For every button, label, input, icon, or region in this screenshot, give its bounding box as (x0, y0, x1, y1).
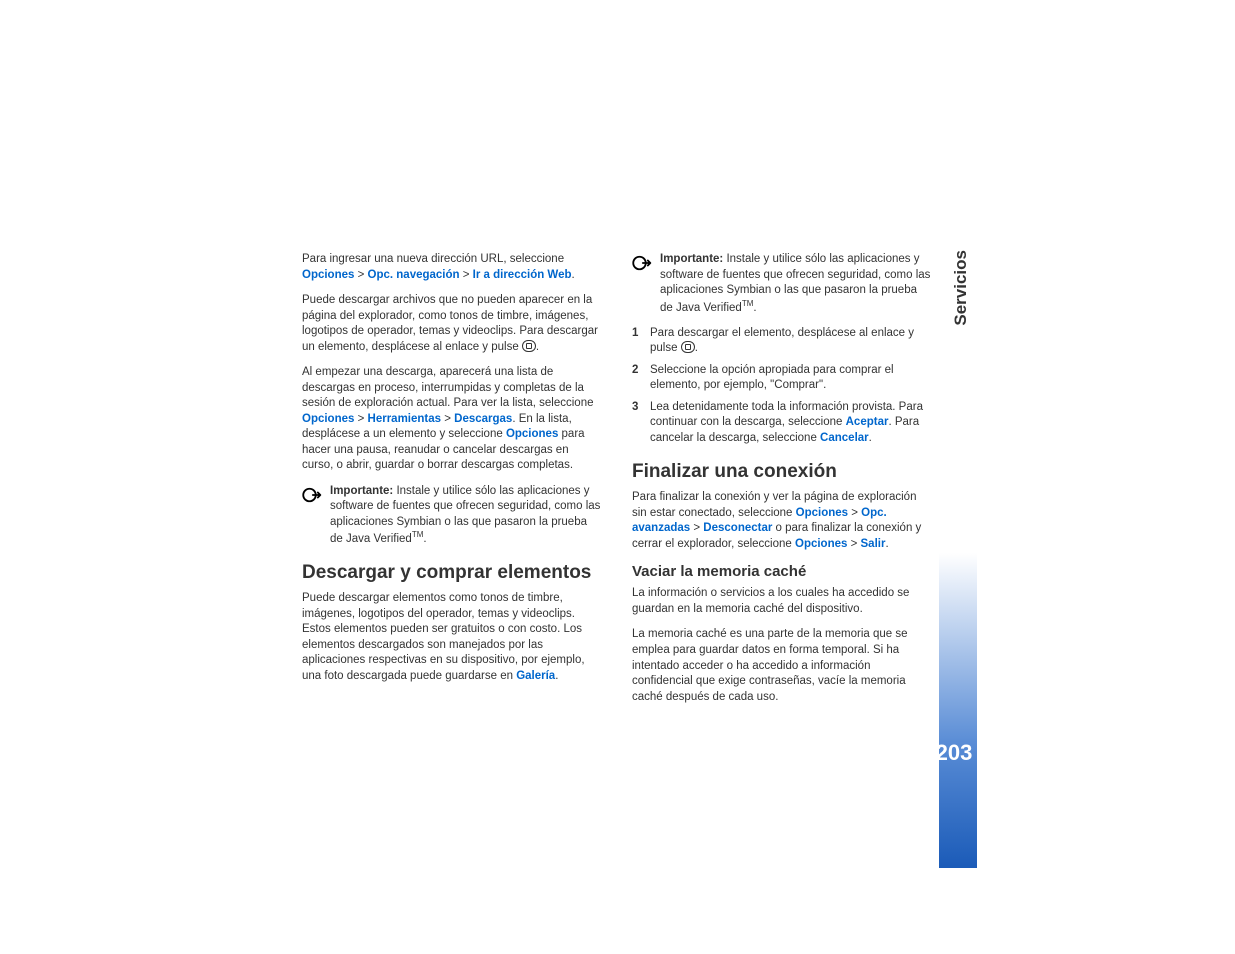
link-galeria: Galería (516, 670, 555, 682)
link-herramientas: Herramientas (368, 413, 442, 425)
paragraph: La memoria caché es una parte de la memo… (632, 627, 932, 705)
scroll-key-icon (522, 340, 536, 352)
numbered-list: Para descargar el elemento, desplácese a… (632, 326, 932, 447)
paragraph: Puede descargar archivos que no pueden a… (302, 293, 602, 355)
list-item: Para descargar el elemento, desplácese a… (632, 326, 932, 357)
important-icon (632, 254, 652, 272)
paragraph: Al empezar una descarga, aparecerá una l… (302, 365, 602, 474)
link-opciones: Opciones (302, 269, 354, 281)
column-left: Para ingresar una nueva dirección URL, s… (302, 252, 602, 715)
link-salir: Salir (861, 538, 886, 550)
link-descargas: Descargas (454, 413, 512, 425)
section-label: Servicios (951, 250, 971, 326)
heading-descargar: Descargar y comprar elementos (302, 560, 602, 586)
page-number: 203 (935, 740, 973, 766)
heading-finalizar: Finalizar una conexión (632, 459, 932, 485)
important-icon (302, 486, 322, 504)
column-right: Importante: Instale y utilice sólo las a… (632, 252, 932, 715)
paragraph: Para finalizar la conexión y ver la pági… (632, 490, 932, 552)
important-note: Importante: Instale y utilice sólo las a… (632, 252, 932, 316)
paragraph: Puede descargar elementos como tonos de … (302, 591, 602, 684)
link-opc-navegacion: Opc. navegación (368, 269, 460, 281)
link-opciones: Opciones (796, 507, 848, 519)
link-aceptar: Aceptar (846, 416, 889, 428)
page-content: Para ingresar una nueva dirección URL, s… (302, 252, 942, 715)
link-ir-direccion: Ir a dirección Web (473, 269, 572, 281)
list-item: Lea detenidamente toda la información pr… (632, 400, 932, 447)
scroll-key-icon (681, 341, 695, 353)
heading-vaciar: Vaciar la memoria caché (632, 562, 932, 582)
link-opciones: Opciones (506, 428, 558, 440)
paragraph: La información o servicios a los cuales … (632, 586, 932, 617)
paragraph: Para ingresar una nueva dirección URL, s… (302, 252, 602, 283)
important-note: Importante: Instale y utilice sólo las a… (302, 484, 602, 548)
link-desconectar: Desconectar (703, 522, 772, 534)
list-item: Seleccione la opción apropiada para comp… (632, 363, 932, 394)
link-opciones: Opciones (302, 413, 354, 425)
link-cancelar: Cancelar (820, 432, 869, 444)
link-opciones: Opciones (795, 538, 847, 550)
